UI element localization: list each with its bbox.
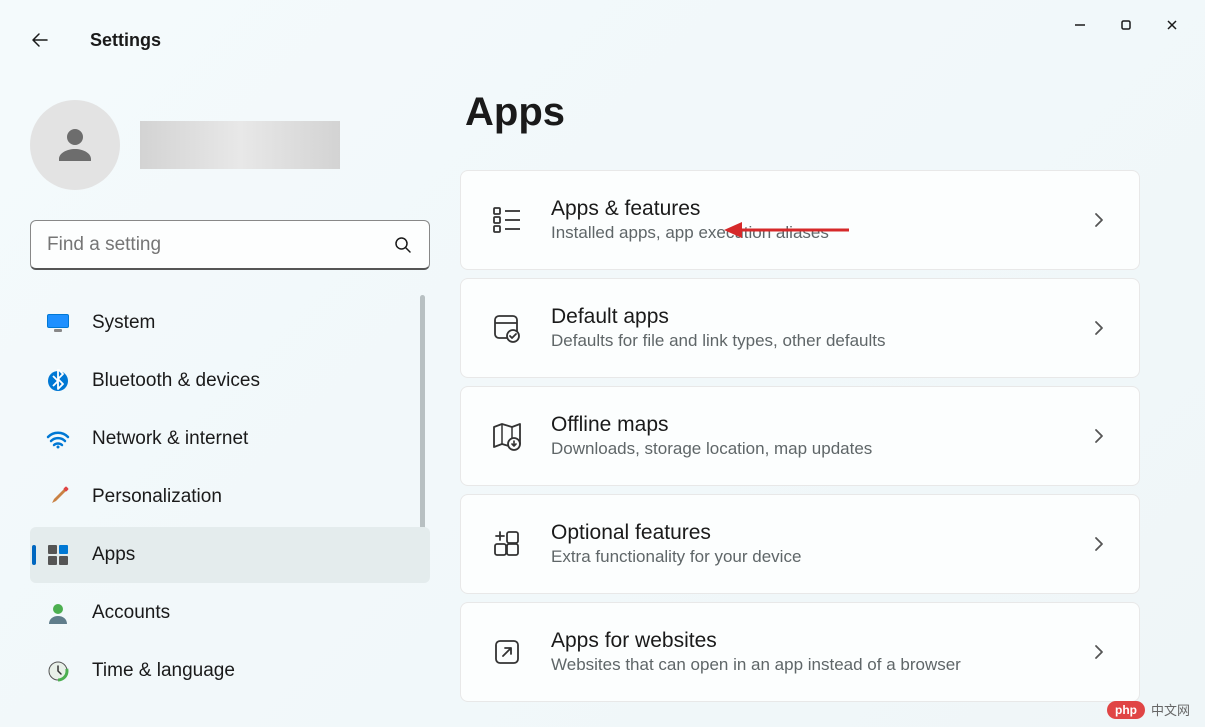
user-section[interactable] [30,100,430,190]
card-title: Apps for websites [551,629,1061,653]
sidebar-item-apps[interactable]: Apps [30,527,430,583]
card-title: Offline maps [551,413,1061,437]
card-title: Apps & features [551,197,1061,221]
card-title: Optional features [551,521,1061,545]
chevron-right-icon [1089,642,1109,662]
search-input[interactable] [47,234,393,256]
default-apps-icon [491,312,523,344]
app-name: Settings [90,30,161,51]
sidebar-item-system[interactable]: System [30,295,430,351]
sidebar-item-accounts[interactable]: Accounts [30,585,430,641]
system-icon [46,311,70,335]
close-button[interactable] [1149,9,1195,41]
card-offline-maps[interactable]: Offline maps Downloads, storage location… [460,386,1140,486]
watermark-text: 中文网 [1151,700,1190,719]
nav-list: System Bluetooth & devices Network & int… [30,295,430,699]
maximize-button[interactable] [1103,9,1149,41]
sidebar-item-label: Personalization [92,486,222,508]
titlebar [0,0,1205,50]
content-area: Apps Apps & features Installed apps, app… [460,90,1205,727]
chevron-right-icon [1089,210,1109,230]
sidebar-item-time-language[interactable]: Time & language [30,643,430,699]
card-title: Default apps [551,305,1061,329]
card-optional-features[interactable]: Optional features Extra functionality fo… [460,494,1140,594]
watermark-badge: php [1107,701,1145,719]
sidebar-item-label: Accounts [92,602,170,624]
optional-features-icon [491,528,523,560]
sidebar-item-label: Time & language [92,660,235,682]
bluetooth-icon [46,369,70,393]
apps-features-icon [491,204,523,236]
chevron-right-icon [1089,534,1109,554]
avatar [30,100,120,190]
minimize-button[interactable] [1057,9,1103,41]
sidebar: System Bluetooth & devices Network & int… [0,90,460,727]
brush-icon [46,485,70,509]
settings-cards: Apps & features Installed apps, app exec… [460,170,1140,702]
clock-icon [46,659,70,683]
watermark: php 中文网 [1107,700,1190,719]
back-button[interactable] [20,20,60,60]
sidebar-item-network[interactable]: Network & internet [30,411,430,467]
card-subtitle: Extra functionality for your device [551,547,1061,567]
card-subtitle: Websites that can open in an app instead… [551,655,1061,675]
wifi-icon [46,427,70,451]
sidebar-item-label: Apps [92,544,135,566]
search-box[interactable] [30,220,430,270]
sidebar-item-bluetooth[interactable]: Bluetooth & devices [30,353,430,409]
sidebar-item-label: System [92,312,155,334]
sidebar-item-label: Bluetooth & devices [92,370,260,392]
offline-maps-icon [491,420,523,452]
sidebar-item-label: Network & internet [92,428,248,450]
card-subtitle: Defaults for file and link types, other … [551,331,1061,351]
card-subtitle: Installed apps, app execution aliases [551,223,1061,243]
card-apps-for-websites[interactable]: Apps for websites Websites that can open… [460,602,1140,702]
chevron-right-icon [1089,426,1109,446]
card-subtitle: Downloads, storage location, map updates [551,439,1061,459]
apps-icon [46,543,70,567]
chevron-right-icon [1089,318,1109,338]
sidebar-item-personalization[interactable]: Personalization [30,469,430,525]
search-icon [393,235,413,255]
card-apps-features[interactable]: Apps & features Installed apps, app exec… [460,170,1140,270]
person-icon [51,121,99,169]
accounts-icon [46,601,70,625]
card-default-apps[interactable]: Default apps Defaults for file and link … [460,278,1140,378]
user-name-placeholder [140,121,340,169]
apps-websites-icon [491,636,523,668]
page-title: Apps [465,90,1185,135]
